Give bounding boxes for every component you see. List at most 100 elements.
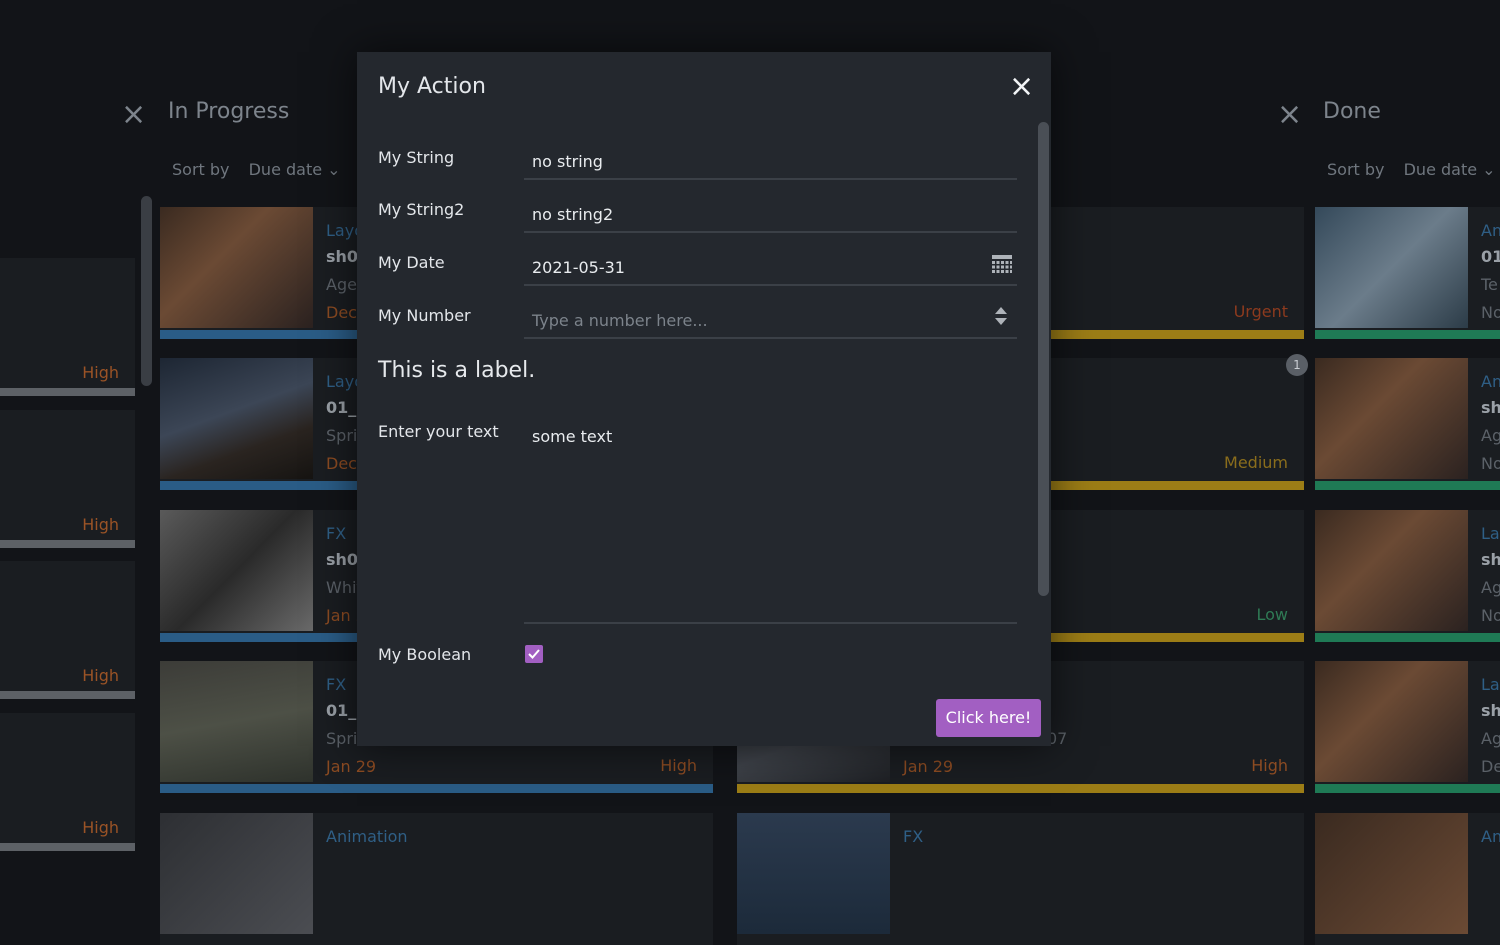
column-title-in-progress: In Progress bbox=[168, 99, 290, 124]
task-due: No bbox=[1481, 606, 1500, 625]
thumbnail bbox=[1315, 510, 1468, 631]
task-project: Ag bbox=[1481, 729, 1500, 748]
task-type: FX bbox=[903, 827, 924, 846]
modal-title: My Action bbox=[378, 74, 486, 99]
sort-label: Sort by bbox=[172, 160, 230, 179]
thumbnail bbox=[160, 661, 313, 782]
thumbnail bbox=[1315, 358, 1468, 479]
task-card[interactable]: High bbox=[0, 258, 135, 396]
task-due: Dec bbox=[326, 303, 357, 322]
scrollbar[interactable] bbox=[141, 196, 152, 386]
status-bar bbox=[737, 784, 1304, 793]
my-number-input[interactable]: Type a number here... bbox=[524, 297, 1017, 339]
sort-dropdown[interactable]: Due date ⌄ bbox=[249, 160, 341, 179]
thumbnail bbox=[1315, 207, 1468, 328]
comment-count-badge: 1 bbox=[1286, 354, 1308, 376]
number-stepper-icon[interactable] bbox=[994, 306, 1008, 326]
task-card[interactable]: An 01 Te No bbox=[1315, 207, 1500, 339]
field-label-my-string: My String bbox=[378, 148, 455, 167]
thumbnail bbox=[160, 510, 313, 631]
sort-dropdown[interactable]: Due date ⌄ bbox=[1404, 160, 1496, 179]
task-name: sh bbox=[1481, 398, 1500, 417]
textarea-value: some text bbox=[532, 427, 613, 446]
sort-label: Sort by bbox=[1327, 160, 1385, 179]
task-due: Jan 29 bbox=[903, 757, 954, 776]
task-type: FX bbox=[326, 524, 347, 543]
priority-label: High bbox=[82, 666, 119, 685]
priority-label: High bbox=[1251, 756, 1288, 775]
priority-label: Urgent bbox=[1233, 302, 1288, 321]
my-date-input[interactable]: 2021-05-31 bbox=[524, 244, 1017, 286]
text-area[interactable]: some text bbox=[524, 412, 1017, 624]
input-placeholder: Type a number here... bbox=[532, 311, 708, 330]
static-label: This is a label. bbox=[378, 358, 536, 383]
status-bar bbox=[0, 540, 135, 548]
thumbnail bbox=[160, 207, 313, 328]
task-card[interactable]: High bbox=[0, 713, 135, 851]
task-due: Jan 29 bbox=[326, 757, 377, 776]
my-boolean-checkbox[interactable] bbox=[525, 645, 543, 663]
priority-label: High bbox=[660, 756, 697, 775]
task-name: sh bbox=[1481, 550, 1500, 569]
status-bar bbox=[1315, 784, 1500, 793]
task-due: De bbox=[1481, 757, 1500, 776]
click-here-button[interactable]: Click here! bbox=[936, 699, 1041, 737]
close-column-icon[interactable]: × bbox=[121, 100, 146, 130]
task-type: Animation bbox=[326, 827, 408, 846]
thumbnail bbox=[160, 358, 313, 479]
priority-label: High bbox=[82, 363, 119, 382]
task-name: 01 bbox=[1481, 247, 1500, 266]
priority-label: Low bbox=[1256, 605, 1288, 624]
task-project: Ag bbox=[1481, 578, 1500, 597]
thumbnail bbox=[1315, 661, 1468, 782]
task-card[interactable]: Animation bbox=[160, 813, 713, 945]
task-type: An bbox=[1481, 221, 1500, 240]
task-type: La bbox=[1481, 675, 1500, 694]
my-string2-input[interactable]: no string2 bbox=[524, 191, 1017, 233]
task-type: An bbox=[1481, 827, 1500, 846]
task-project: Spri bbox=[326, 426, 358, 445]
close-icon[interactable]: × bbox=[1009, 72, 1034, 102]
task-card[interactable]: High bbox=[0, 410, 135, 548]
status-bar bbox=[0, 691, 135, 699]
field-label-my-boolean: My Boolean bbox=[378, 645, 472, 664]
modal-scrollbar[interactable] bbox=[1038, 122, 1049, 596]
close-column-icon[interactable]: × bbox=[1277, 100, 1302, 130]
field-label-my-number: My Number bbox=[378, 306, 471, 325]
task-type: La bbox=[1481, 524, 1500, 543]
task-card[interactable]: An bbox=[1315, 813, 1500, 945]
task-due: Dec bbox=[326, 454, 357, 473]
checkmark-icon bbox=[528, 649, 540, 659]
task-card[interactable]: High bbox=[0, 561, 135, 699]
priority-label: High bbox=[82, 818, 119, 837]
field-label-my-date: My Date bbox=[378, 253, 445, 272]
task-card[interactable]: La sh Ag No bbox=[1315, 510, 1500, 642]
task-card[interactable]: FX bbox=[737, 813, 1304, 945]
thumbnail bbox=[1315, 813, 1468, 934]
status-bar bbox=[1315, 330, 1500, 339]
input-value: no string bbox=[532, 152, 603, 171]
sort-control[interactable]: Sort by Due date ⌄ bbox=[1327, 160, 1496, 179]
calendar-icon[interactable] bbox=[991, 254, 1013, 274]
sort-control[interactable]: Sort by Due date ⌄ bbox=[172, 160, 341, 179]
status-bar bbox=[160, 784, 713, 793]
chevron-down-icon: ⌄ bbox=[327, 160, 341, 179]
chevron-down-icon: ⌄ bbox=[1482, 160, 1496, 179]
task-type: FX bbox=[326, 675, 347, 694]
priority-label: Medium bbox=[1224, 453, 1288, 472]
action-modal: My Action × My String no string My Strin… bbox=[357, 52, 1051, 746]
field-label-enter-your-text: Enter your text bbox=[378, 422, 499, 441]
task-project: Ag bbox=[1481, 426, 1500, 445]
column-title-done: Done bbox=[1323, 99, 1381, 124]
input-value: 2021-05-31 bbox=[532, 258, 625, 277]
task-due: No bbox=[1481, 454, 1500, 473]
status-bar bbox=[0, 388, 135, 396]
thumbnail bbox=[160, 813, 313, 934]
task-type: An bbox=[1481, 372, 1500, 391]
task-name: sh bbox=[1481, 701, 1500, 720]
field-label-my-string2: My String2 bbox=[378, 200, 465, 219]
task-card[interactable]: La sh Ag De bbox=[1315, 661, 1500, 793]
thumbnail bbox=[737, 813, 890, 934]
task-card[interactable]: An sh Ag No bbox=[1315, 358, 1500, 490]
my-string-input[interactable]: no string bbox=[524, 138, 1017, 180]
